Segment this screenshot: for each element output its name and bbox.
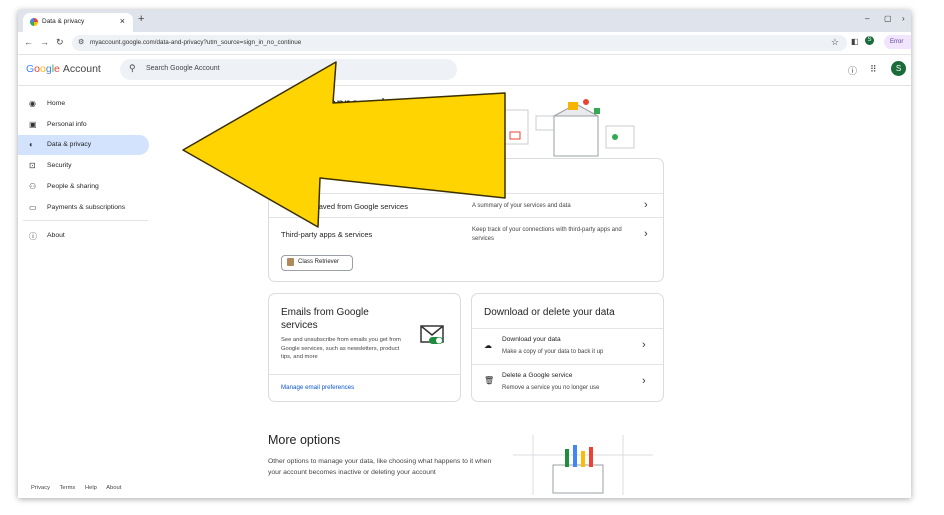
footer-terms-link[interactable]: Terms (60, 485, 76, 491)
url-text: myaccount.google.com/data-and-privacy?ut… (90, 39, 302, 46)
address-bar[interactable]: ⚙ myaccount.google.com/data-and-privacy?… (72, 35, 847, 51)
chevron-right-icon: › (644, 199, 648, 211)
tab-close-icon[interactable]: × (120, 16, 125, 26)
saved-services-row[interactable]: saved from Google services A summary of … (269, 193, 663, 218)
toolbox-illustration (513, 435, 653, 495)
people-icon: ⚇ (29, 182, 37, 191)
tab-strip: Data & privacy × + – ▢ › (18, 10, 911, 32)
footer-privacy-link[interactable]: Privacy (31, 485, 50, 491)
apps-grid-icon[interactable]: ⠿ (870, 64, 877, 75)
trash-icon: 🗑 (484, 376, 495, 385)
side-panel-icon[interactable]: ◧ (851, 37, 859, 46)
site-info-icon[interactable]: ⚙ (78, 38, 84, 46)
sidebar-item-personal-info[interactable]: ▣ Personal info (18, 115, 149, 135)
reload-icon[interactable]: ↻ (56, 37, 64, 48)
help-icon[interactable]: ⓘ (848, 64, 857, 77)
forward-icon[interactable]: → (40, 37, 49, 47)
footer-help-link[interactable]: Help (85, 485, 97, 491)
id-card-icon: ▣ (29, 120, 37, 129)
profile-icon[interactable]: S (865, 36, 874, 45)
minimize-icon[interactable]: – (865, 14, 869, 23)
download-cloud-icon: ☁ (484, 341, 492, 350)
browser-window: Data & privacy × + – ▢ › ← → ↻ ⚙ myaccou… (18, 10, 911, 498)
close-window-icon[interactable]: › (902, 14, 905, 23)
section-title: apps and services you use (329, 96, 489, 111)
chevron-right-icon: › (642, 339, 646, 351)
search-placeholder: Search Google Account (146, 65, 220, 72)
download-delete-card: Download or delete your data ☁ Download … (471, 293, 664, 402)
sidebar-item-about[interactable]: ⓘ About (18, 226, 149, 246)
account-header: Google Account ⚲ Search Google Account ⓘ … (18, 55, 911, 86)
bookmark-star-icon[interactable]: ☆ (831, 37, 839, 48)
search-icon: ⚲ (129, 63, 136, 73)
lock-icon: ⊡ (29, 161, 36, 170)
apps-services-card: saved from Google services A summary of … (268, 158, 664, 282)
info-icon: ⓘ (29, 232, 37, 241)
tab-data-privacy[interactable]: Data & privacy × (23, 13, 133, 32)
manage-email-link[interactable]: Manage email preferences (281, 384, 354, 391)
sidebar-item-people-sharing[interactable]: ⚇ People & sharing (18, 177, 149, 197)
apps-illustration (497, 99, 635, 157)
more-options-title: More options (268, 433, 341, 447)
chevron-right-icon: › (644, 228, 648, 240)
avatar[interactable]: S (891, 61, 906, 76)
google-favicon-icon (30, 18, 38, 26)
search-input[interactable]: ⚲ Search Google Account (120, 59, 457, 80)
toggle-icon: ◐ (29, 140, 34, 149)
footer-links: Privacy Terms Help About (31, 485, 129, 491)
browser-toolbar: ← → ↻ ⚙ myaccount.google.com/data-and-pr… (18, 32, 911, 55)
sidebar-item-payments[interactable]: ▭ Payments & subscriptions (18, 198, 149, 218)
more-options-desc: Other options to manage your data, like … (268, 458, 492, 476)
chevron-right-icon: › (642, 375, 646, 387)
sidebar-divider (23, 220, 148, 221)
credit-card-icon: ▭ (29, 203, 37, 212)
error-badge[interactable]: Error (884, 35, 911, 49)
person-circle-icon: ◉ (29, 99, 36, 108)
emails-card: Emails from Google services See and unsu… (268, 293, 461, 402)
sidebar-item-security[interactable]: ⊡ Security (18, 156, 149, 176)
delete-service-row[interactable]: 🗑 Delete a Google service Remove a servi… (472, 364, 663, 401)
mail-toggle-icon (420, 325, 444, 344)
class-retriever-chip[interactable]: Class Retriever (281, 255, 353, 271)
back-icon[interactable]: ← (24, 37, 33, 47)
google-account-logo[interactable]: Google Account (26, 63, 101, 75)
third-party-row[interactable]: Third-party apps & services Keep track o… (269, 217, 663, 282)
new-tab-button[interactable]: + (138, 13, 144, 25)
sidebar-item-data-privacy[interactable]: ◐ Data & privacy (18, 135, 149, 155)
sidebar-item-home[interactable]: ◉ Home (18, 94, 149, 114)
app-icon (287, 258, 294, 266)
maximize-icon[interactable]: ▢ (884, 14, 892, 23)
download-data-row[interactable]: ☁ Download your data Make a copy of your… (472, 328, 663, 365)
tab-title: Data & privacy (42, 18, 85, 25)
footer-about-link[interactable]: About (106, 485, 121, 491)
